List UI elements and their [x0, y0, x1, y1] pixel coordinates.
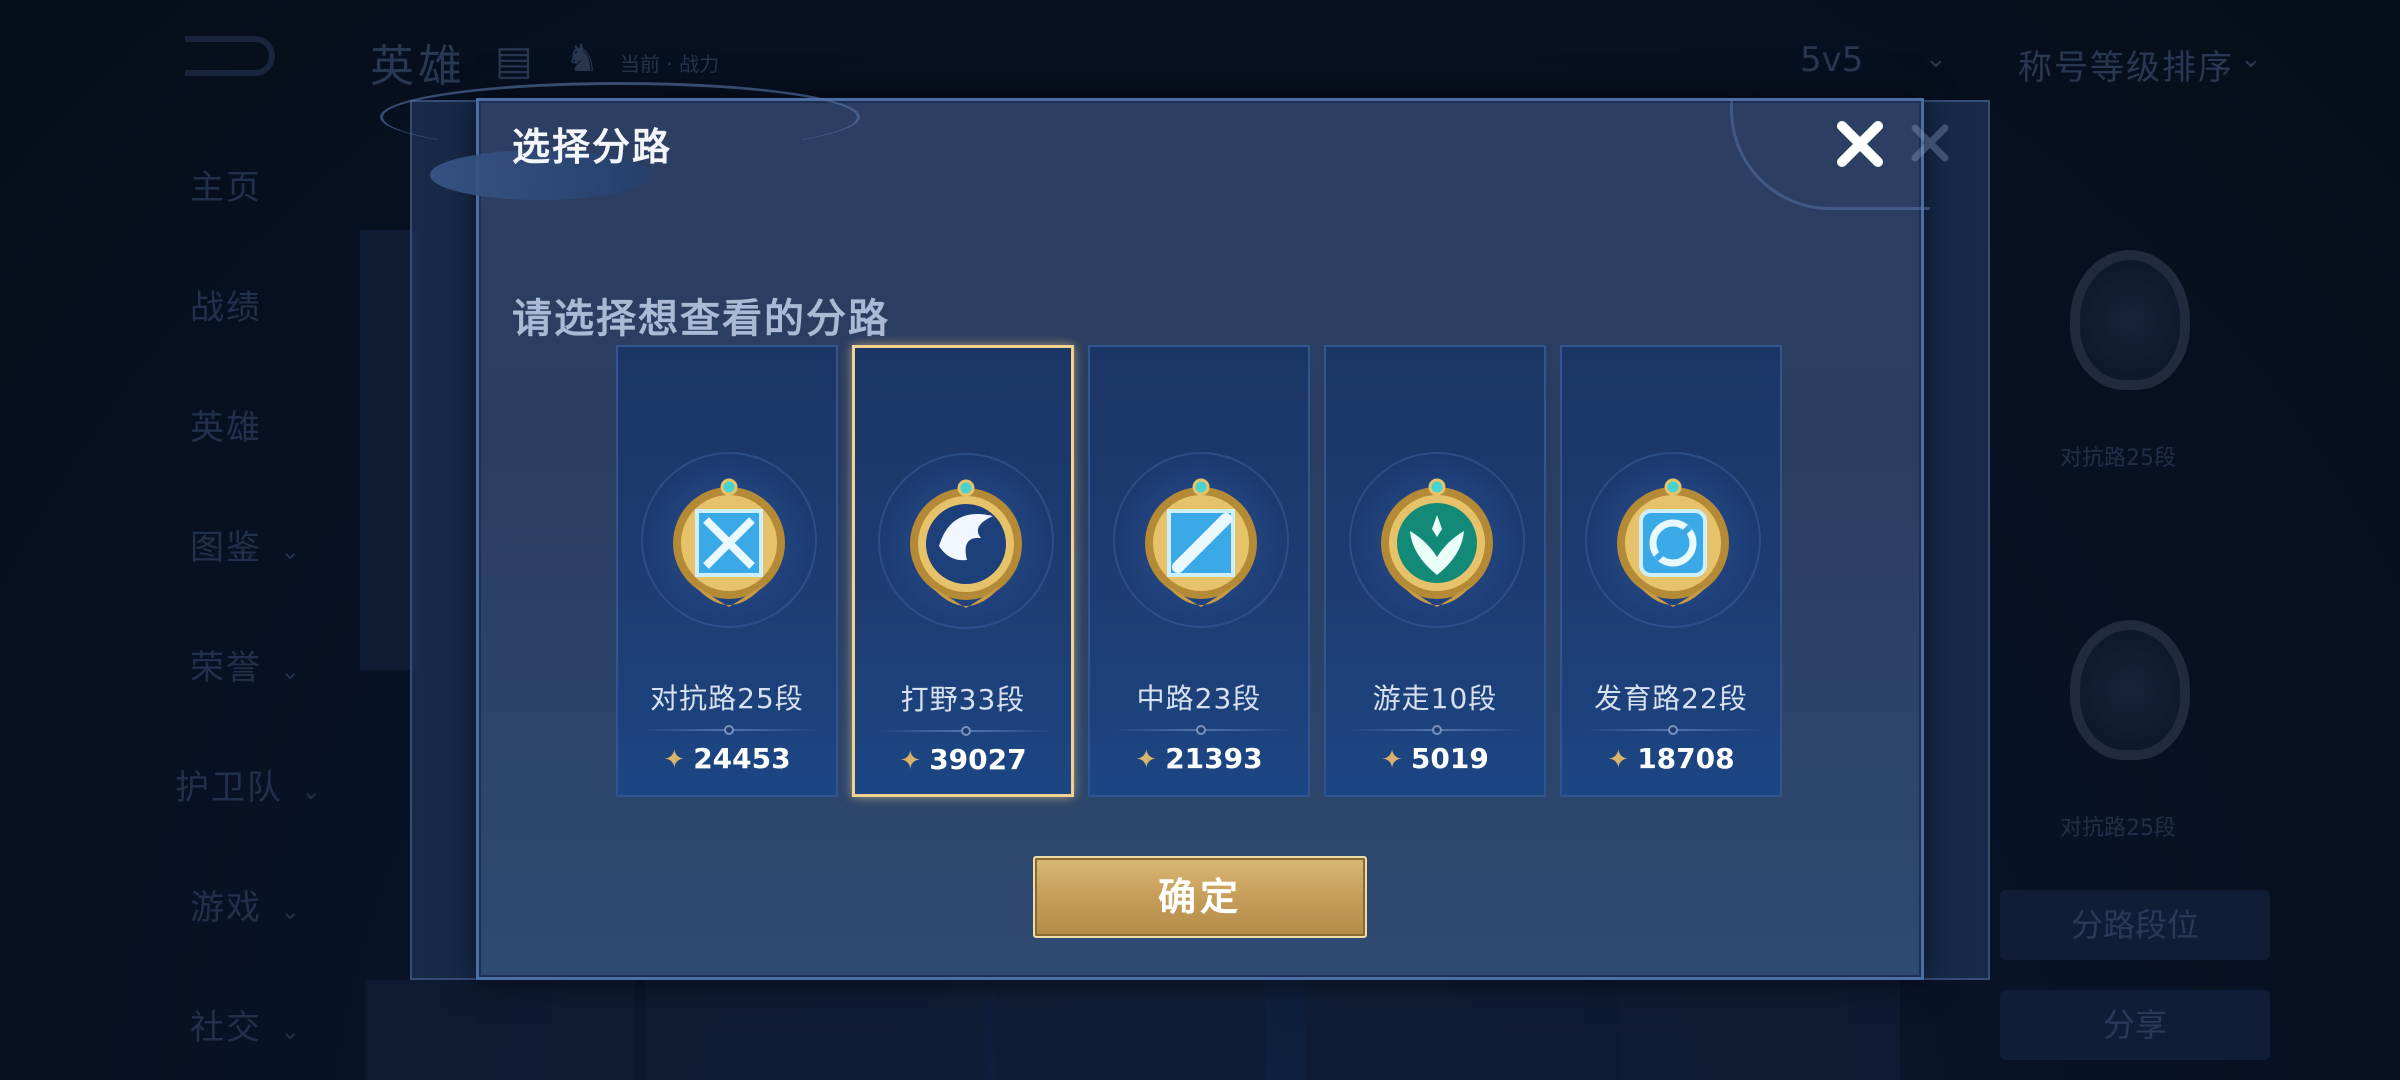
points-icon: ✦: [663, 745, 686, 775]
clash-lane-medal-icon: [673, 478, 785, 607]
divider-dot: [1668, 725, 1678, 735]
lane-label: 打野33段: [900, 683, 1026, 716]
lane-score: ✦ 39027: [899, 743, 1027, 776]
lane-option-farm[interactable]: 发育路22段 ✦ 18708: [1560, 345, 1782, 797]
divider-dot: [961, 726, 971, 736]
lane-options: 对抗路25段 ✦ 24453 打野33段 ✦ 39027 中路23段 ✦ 213…: [616, 345, 1786, 797]
lane-option-roam[interactable]: 游走10段 ✦ 5019: [1324, 345, 1546, 797]
lane-score: ✦ 18708: [1607, 742, 1735, 775]
lane-option-jungle[interactable]: 打野33段 ✦ 39027: [852, 345, 1074, 797]
farm-lane-medal-icon: [1617, 478, 1729, 607]
points-icon: ✦: [1607, 745, 1630, 775]
dialog-subtitle: 请选择想查看的分路: [512, 296, 890, 342]
lane-label: 游走10段: [1372, 682, 1498, 715]
close-icon: [1837, 121, 1883, 167]
lane-option-clash[interactable]: 对抗路25段 ✦ 24453: [616, 345, 838, 797]
dialog-title: 选择分路: [512, 125, 673, 169]
lane-label: 对抗路25段: [650, 682, 804, 715]
lane-score: ✦ 5019: [1381, 742, 1489, 775]
divider-dot: [724, 725, 734, 735]
close-button[interactable]: [1828, 112, 1892, 176]
divider-dot: [1432, 725, 1442, 735]
lane-label: 发育路22段: [1594, 682, 1748, 715]
lane-score: ✦ 21393: [1135, 742, 1263, 775]
confirm-button[interactable]: 确定: [1033, 856, 1367, 938]
lane-option-mid[interactable]: 中路23段 ✦ 21393: [1088, 345, 1310, 797]
points-icon: ✦: [899, 746, 922, 776]
lane-score: ✦ 24453: [663, 742, 791, 775]
points-icon: ✦: [1381, 745, 1403, 775]
lane-label: 中路23段: [1136, 682, 1262, 715]
close-icon: [1905, 118, 1955, 168]
mid-lane-medal-icon: [1145, 478, 1257, 607]
points-icon: ✦: [1135, 745, 1158, 775]
roam-medal-icon: [1381, 478, 1493, 607]
jungle-medal-icon: [910, 479, 1022, 608]
divider-dot: [1196, 725, 1206, 735]
